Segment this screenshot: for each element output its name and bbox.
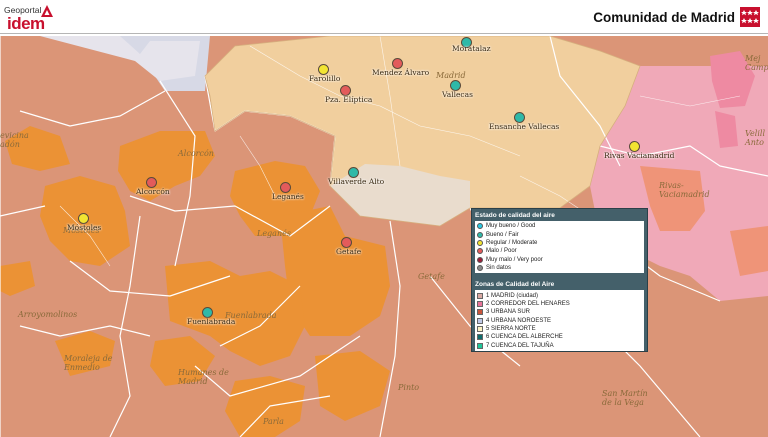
place-label: Madrid [436, 71, 466, 80]
legend-zone-item: 6 CUENCA DEL ALBERCHE [477, 333, 642, 341]
station-label: Mendez Álvaro [372, 68, 430, 77]
legend-status-item: Muy bueno / Good [477, 222, 642, 230]
geoportal-idem-logo[interactable]: Geoportal idem [4, 2, 64, 33]
legend-zone-label: 1 MADRID (ciudad) [486, 292, 539, 299]
app-header: Geoportal idem Comunidad de Madrid [0, 0, 768, 34]
madrid-flag-icon [740, 7, 760, 27]
legend-status-item: Regular / Moderate [477, 239, 642, 247]
legend-zone-item: 7 CUENCA DEL TAJUÑA [477, 342, 642, 350]
legend-zone-label: 5 SIERRA NORTE [486, 326, 536, 333]
comunidad-madrid-logo[interactable]: Comunidad de Madrid [593, 6, 760, 28]
place-label: Mej Camp [745, 54, 768, 72]
station-label: Villaverde Alto [328, 177, 385, 186]
legend-zone-label: 3 URBANA SUR [486, 309, 531, 316]
station-label: Leganés [272, 192, 304, 201]
legend-status-label: Sin datos [486, 265, 512, 272]
legend-status-swatch [477, 231, 483, 238]
legend-zone-swatch [477, 326, 483, 333]
legend-status-swatch [477, 265, 483, 272]
legend-zone-item: 2 CORREDOR DEL HENARES [477, 300, 642, 308]
place-label: San Martín de la Vega [602, 389, 648, 407]
legend-zone-swatch [477, 300, 483, 307]
legend-zone-swatch [477, 334, 483, 341]
legend-status-list: Muy bueno / Good Bueno / Fair Regular / Mo… [475, 221, 644, 274]
legend-status-label: Regular / Moderate [486, 239, 538, 246]
legend-status-label: Muy malo / Very poor [486, 256, 543, 263]
legend-status-title: Estado de calidad del aire [475, 212, 555, 219]
place-label: Alcorcón [178, 149, 214, 158]
legend-zone-swatch [477, 309, 483, 316]
legend-status-swatch [477, 256, 483, 263]
legend-status-item: Bueno / Fair [477, 230, 642, 238]
map-base-layer [0, 36, 768, 437]
place-label: Getafe [418, 272, 445, 281]
legend-status-label: Muy bueno / Good [486, 223, 536, 230]
station-label: Fuenlabrada [187, 317, 236, 326]
legend-status-label: Malo / Poor [486, 248, 517, 255]
legend-zone-label: 6 CUENCA DEL ALBERCHE [486, 334, 563, 341]
station-label: Moratalaz [452, 44, 491, 53]
legend-status-label: Bueno / Fair [486, 231, 519, 238]
legend-status-item: Sin datos [477, 264, 642, 272]
place-label: Parla [263, 417, 284, 426]
legend-zone-swatch [477, 292, 483, 299]
place-label: evicina adón [0, 131, 29, 149]
legend-zone-label: 2 CORREDOR DEL HENARES [486, 300, 570, 307]
legend-zone-item: 4 URBANA NOROESTE [477, 317, 642, 325]
station-label: Vallecas [442, 90, 473, 99]
place-label: Pinto [398, 383, 420, 392]
station-label: Rivas Vaciamadrid [604, 151, 675, 160]
place-label: Moraleja de Enmedio [64, 354, 113, 372]
legend-zone-label: 4 URBANA NOROESTE [486, 317, 552, 324]
station-label: Pza. Elíptica [325, 95, 373, 104]
air-quality-map[interactable]: Madrid Alcorcón Leganés Móstoles Getafe Fuenl… [0, 36, 768, 437]
legend-zone-item: 3 URBANA SUR [477, 308, 642, 316]
legend-status-swatch [477, 239, 483, 246]
place-label: Rivas- Vaciamadrid [659, 181, 710, 199]
legend-zone-item: 5 SIERRA NORTE [477, 325, 642, 333]
legend-zones-list: 1 MADRID (ciudad) 2 CORREDOR DEL HENARES 3… [475, 290, 644, 352]
station-label: Getafe [336, 247, 362, 256]
place-label: Velill Anto [745, 129, 766, 147]
place-label: Arroyomolinos [18, 310, 78, 319]
legend-status-swatch [477, 248, 483, 255]
station-label: Móstoles [67, 223, 102, 232]
legend-zones-title: Zonas de Calidad del Aire [475, 281, 555, 289]
legend-zone-swatch [477, 317, 483, 324]
station-label: Ensanche Vallecas [489, 122, 560, 131]
comunidad-madrid-text: Comunidad de Madrid [593, 9, 735, 25]
legend-panel: Estado de calidad del aire Muy bueno / G… [471, 208, 648, 352]
logo-idem-text: idem [7, 14, 45, 33]
place-label: Leganés [257, 229, 291, 238]
legend-status-item: Muy malo / Very poor [477, 256, 642, 264]
idem-triangle-icon [41, 5, 53, 17]
station-label: Farolillo [309, 74, 341, 83]
place-label: Humanes de Madrid [178, 368, 229, 386]
legend-zone-item: 1 MADRID (ciudad) [477, 291, 642, 299]
legend-status-swatch [477, 223, 483, 230]
legend-zone-swatch [477, 342, 483, 349]
station-label: Alcorcón [136, 187, 170, 196]
legend-status-item: Malo / Poor [477, 247, 642, 255]
legend-zone-label: 7 CUENCA DEL TAJUÑA [486, 342, 554, 349]
